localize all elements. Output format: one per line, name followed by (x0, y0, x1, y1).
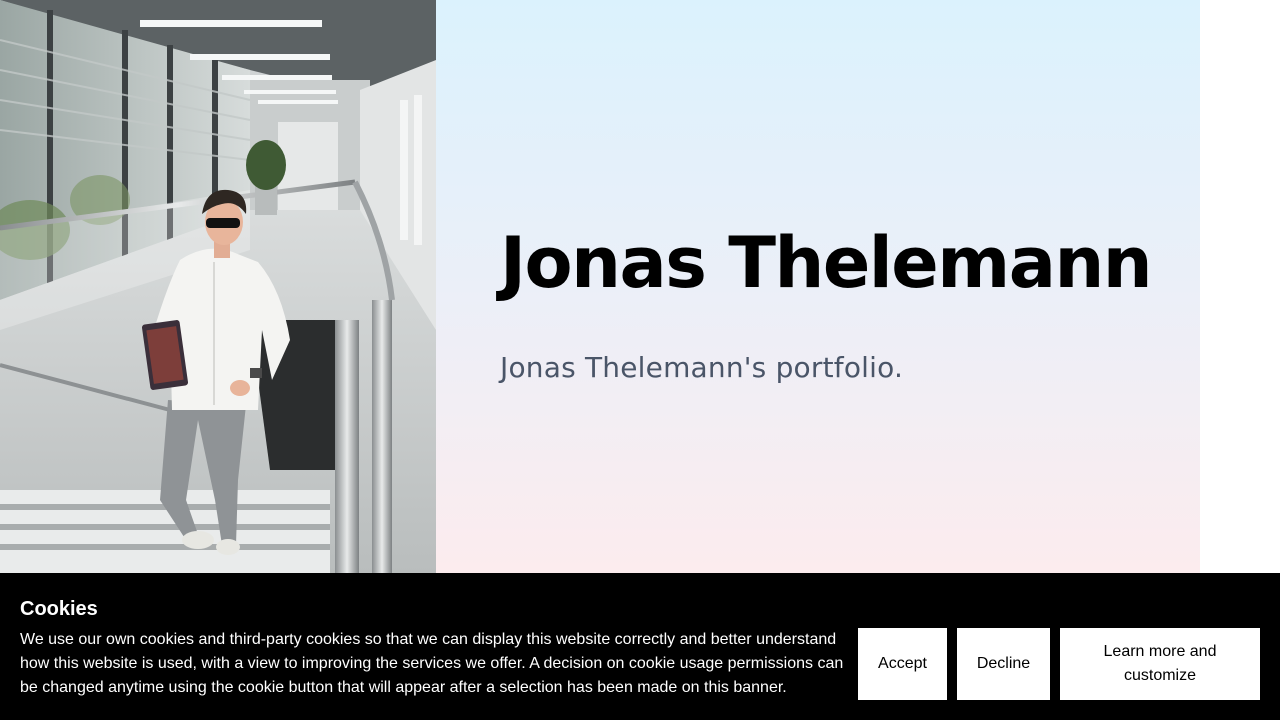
portrait-photo (0, 0, 436, 573)
accept-cookies-button[interactable]: Accept (858, 628, 947, 700)
cookie-banner-text: We use our own cookies and third-party c… (20, 631, 844, 696)
hero-section: Jonas Thelemann Jonas Thelemann's portfo… (436, 0, 1200, 573)
cookie-banner: Cookies We use our own cookies and third… (0, 573, 1280, 720)
cookie-banner-title: Cookies (20, 598, 98, 620)
page: Jonas Thelemann Jonas Thelemann's portfo… (0, 0, 1280, 720)
page-subtitle: Jonas Thelemann's portfolio. (500, 351, 904, 384)
decline-cookies-button[interactable]: Decline (957, 628, 1050, 700)
right-margin (1200, 0, 1280, 573)
page-title: Jonas Thelemann (500, 222, 1153, 304)
customize-cookies-button[interactable]: Learn more and customize (1060, 628, 1260, 700)
